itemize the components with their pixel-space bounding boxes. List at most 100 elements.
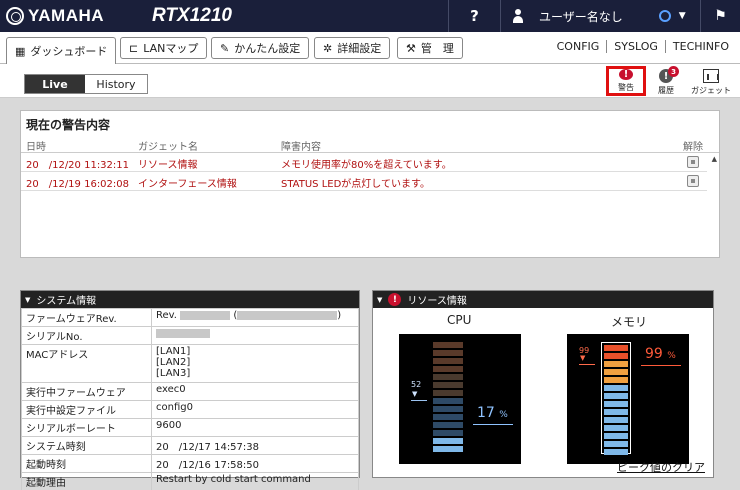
memory-meter: 99 ▼ 99 % — [567, 334, 689, 464]
alert-date: 20 /12/19 16:02:08 — [26, 179, 130, 190]
tab-management[interactable]: ⚒ 管 理 — [397, 37, 463, 59]
memory-percent: 99 % — [645, 346, 676, 362]
info-value — [151, 326, 359, 345]
notification-button[interactable]: ⚑ — [700, 0, 740, 32]
clear-alert-button[interactable] — [687, 175, 699, 187]
meter-bar — [433, 374, 463, 380]
cpu-percent-underline — [473, 424, 513, 425]
info-key: シリアルボーレート — [21, 418, 152, 437]
clear-alert-button[interactable] — [687, 156, 699, 168]
syslog-link[interactable]: SYSLOG — [606, 40, 665, 53]
tab-easy-setup[interactable]: ✎ かんたん設定 — [211, 37, 310, 59]
meter-bar — [433, 366, 463, 372]
resource-info-header[interactable]: ▼ ! リソース情報 — [373, 291, 713, 308]
meter-bar — [433, 342, 463, 348]
table-row: 実行中設定ファイル config0 — [21, 400, 359, 419]
info-value: 20 /12/17 14:57:38 — [151, 436, 359, 455]
meter-bar — [604, 425, 628, 431]
info-value: Rev. () — [151, 308, 359, 327]
alert-detail: メモリ使用率が80%を超えています。 — [281, 160, 452, 171]
brand-name: YAMAHA — [28, 6, 105, 25]
user-menu[interactable]: ユーザー名なし ▼ — [500, 0, 700, 32]
view-toggle: Live History — [24, 74, 148, 94]
history-icon: ! 3 — [659, 66, 679, 83]
info-value: exec0 — [151, 382, 359, 401]
utility-links: CONFIG SYSLOG TECHINFO — [550, 40, 736, 53]
system-info-table: ファームウェアRev. Rev. () シリアルNo. MACアドレス [LAN… — [21, 308, 359, 490]
panel-title: リソース情報 — [407, 296, 467, 307]
alert-icon: ! — [388, 293, 402, 306]
system-info-header[interactable]: ▼ システム情報 — [21, 291, 359, 308]
tab-lan-map[interactable]: ⊏ LANマップ — [120, 37, 208, 59]
yamaha-emblem-icon — [6, 7, 24, 25]
meter-bar — [604, 369, 628, 375]
history-count-badge: 3 — [668, 66, 679, 77]
live-view-button[interactable]: Live — [25, 75, 85, 93]
bell-icon: ⚑ — [714, 8, 727, 24]
meter-bar — [604, 401, 628, 407]
config-link[interactable]: CONFIG — [550, 40, 607, 53]
table-row: ファームウェアRev. Rev. () — [21, 308, 359, 327]
peak-marker-icon: ▼ — [412, 390, 418, 398]
panel-title: 現在の警告内容 — [26, 118, 111, 132]
table-row: シリアルNo. — [21, 326, 359, 345]
help-button[interactable]: ? — [448, 0, 500, 32]
scroll-up-icon[interactable]: ▲ — [712, 155, 717, 163]
tab-label: かんたん設定 — [234, 42, 301, 55]
tab-label: 管 理 — [420, 42, 454, 55]
user-icon — [511, 9, 525, 23]
peak-marker-icon: ▼ — [580, 354, 586, 362]
table-row: 起動理由 Restart by cold start command — [21, 472, 359, 490]
table-row: 起動時刻 20 /12/16 17:58:50 — [21, 454, 359, 473]
meter-bar — [433, 430, 463, 436]
alert-icon: ! — [619, 69, 633, 80]
cpu-meter: 52 ▼ 17 % — [399, 334, 521, 464]
clear-peak-link[interactable]: ピーク値のクリア — [617, 459, 705, 475]
memory-label: メモリ — [611, 315, 648, 329]
gadget-settings-label: ガジェット — [691, 86, 731, 95]
history-gadget-button[interactable]: ! 3 履歴 — [646, 66, 686, 96]
info-value: 9600 — [151, 418, 359, 437]
meter-bar — [604, 361, 628, 367]
meter-bar — [604, 433, 628, 439]
alert-table-header: 日時 ガジェット名 障害内容 解除 — [21, 135, 719, 153]
info-value: 20 /12/16 17:58:50 — [151, 454, 359, 473]
info-value: config0 — [151, 400, 359, 419]
column-header-clear: 解除 — [683, 142, 703, 153]
gadget-settings-button[interactable]: ガジェット — [686, 66, 736, 96]
memory-percent-underline — [641, 365, 681, 366]
meter-bar — [433, 406, 463, 412]
history-view-button[interactable]: History — [85, 75, 147, 93]
info-value: Restart by cold start command — [151, 472, 359, 490]
dashboard-toolbar: Live History ! 警告 ! 3 履歴 ガジェット — [0, 64, 740, 98]
alert-gadget-button[interactable]: ! 警告 — [606, 66, 646, 96]
meter-bar — [604, 441, 628, 447]
meter-bar — [604, 393, 628, 399]
wand-icon: ✎ — [220, 41, 230, 55]
current-alerts-panel: 現在の警告内容 日時 ガジェット名 障害内容 解除 20 /12/20 11:3… — [20, 110, 720, 258]
alert-gadget-label: 警告 — [618, 83, 634, 92]
info-key: シリアルNo. — [21, 326, 152, 345]
table-row: システム時刻 20 /12/17 14:57:38 — [21, 436, 359, 455]
meter-bar — [433, 382, 463, 388]
alert-row: 20 /12/19 16:02:08 インターフェース情報 STATUS LED… — [21, 172, 707, 191]
info-key: 起動時刻 — [21, 454, 152, 473]
chevron-down-icon: ▼ — [678, 11, 686, 21]
techinfo-link[interactable]: TECHINFO — [664, 40, 736, 53]
lan-map-icon: ⊏ — [129, 41, 139, 55]
tab-dashboard[interactable]: ▦ ダッシュボード — [6, 37, 117, 64]
info-value: [LAN1] [LAN2] [LAN3] — [151, 344, 359, 383]
tab-advanced-settings[interactable]: ✲ 詳細設定 — [314, 37, 391, 59]
cpu-peak-line — [411, 400, 427, 401]
info-key: 実行中ファームウェア — [21, 382, 152, 401]
meter-bar — [604, 377, 628, 383]
dashboard-icon: ▦ — [15, 44, 26, 58]
gear-icon: ✲ — [323, 41, 333, 55]
panel-title: システム情報 — [36, 296, 97, 307]
meter-bar — [433, 446, 463, 452]
meter-bar — [604, 385, 628, 391]
cpu-label: CPU — [447, 313, 472, 327]
cpu-percent: 17 % — [477, 405, 508, 421]
meter-bar — [433, 390, 463, 396]
user-name: ユーザー名なし — [539, 9, 623, 24]
